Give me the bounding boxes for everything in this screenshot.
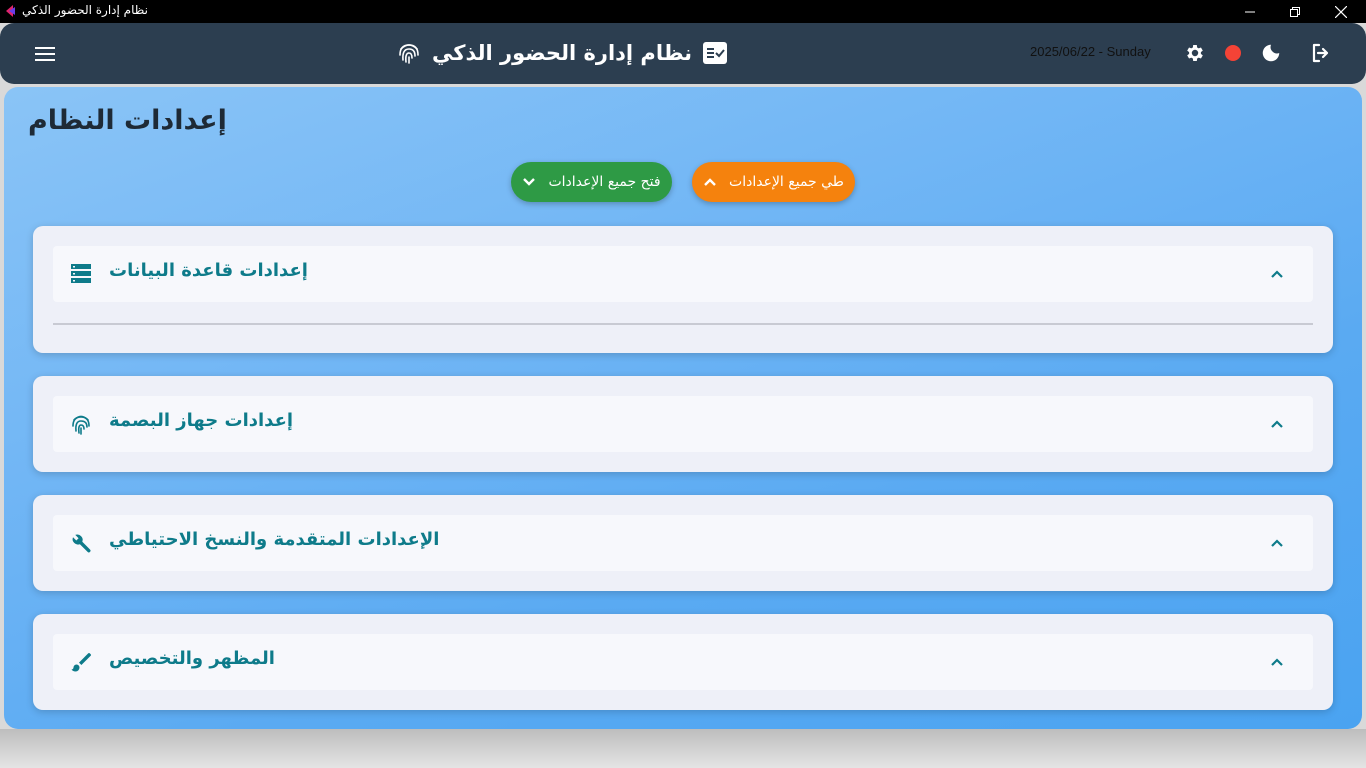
section-advanced-backup: الإعدادات المتقدمة والنسخ الاحتياطي xyxy=(33,495,1333,591)
collapse-all-button[interactable]: طي جميع الإعدادات xyxy=(692,162,855,202)
fingerprint-icon xyxy=(399,44,419,64)
moon-icon xyxy=(1262,44,1280,62)
section-database: إعدادات قاعدة البيانات xyxy=(33,226,1333,353)
restore-button[interactable] xyxy=(1272,0,1318,23)
section-title: الإعدادات المتقدمة والنسخ الاحتياطي xyxy=(109,529,440,550)
page-title: إعدادات النظام xyxy=(28,105,227,136)
section-header-database[interactable]: إعدادات قاعدة البيانات xyxy=(53,246,1313,302)
chevron-up-icon[interactable] xyxy=(1267,414,1287,434)
section-title: إعدادات قاعدة البيانات xyxy=(109,260,308,281)
gear-icon xyxy=(1187,45,1203,61)
connection-status-indicator xyxy=(1220,40,1246,66)
section-title: المظهر والتخصيص xyxy=(109,648,275,669)
window-titlebar: نظام إدارة الحضور الذكي xyxy=(0,0,1366,23)
section-header-fingerprint[interactable]: إعدادات جهاز البصمة xyxy=(53,396,1313,452)
close-icon xyxy=(1335,5,1347,18)
current-date: 2025/06/22 - Sunday xyxy=(1030,44,1151,59)
settings-button[interactable] xyxy=(1182,40,1208,66)
app-title: نظام إدارة الحضور الذكي xyxy=(432,41,693,65)
dark-mode-toggle[interactable] xyxy=(1258,40,1284,66)
collapse-all-label: طي جميع الإعدادات xyxy=(729,174,844,190)
chevron-up-icon[interactable] xyxy=(1267,533,1287,553)
database-icon xyxy=(71,264,91,283)
settings-page: إعدادات النظام طي جميع الإعدادات فتح جمي… xyxy=(4,87,1362,729)
expand-all-button[interactable]: فتح جميع الإعدادات xyxy=(511,162,672,202)
logout-icon xyxy=(1312,43,1329,63)
chevron-up-icon[interactable] xyxy=(1267,652,1287,672)
section-fingerprint-device: إعدادات جهاز البصمة xyxy=(33,376,1333,472)
app-header: نظام إدارة الحضور الذكي 2025/06/22 - Sun… xyxy=(0,23,1366,84)
app-icon xyxy=(6,5,15,17)
chevron-up-icon xyxy=(704,178,716,186)
status-dot-icon xyxy=(1225,45,1241,61)
brush-icon xyxy=(71,653,91,672)
expand-all-label: فتح جميع الإعدادات xyxy=(548,174,661,190)
restore-icon xyxy=(1290,6,1300,17)
fingerprint-icon xyxy=(72,415,90,435)
logout-button[interactable] xyxy=(1308,40,1334,66)
fact-check-icon xyxy=(703,42,728,64)
window-title: نظام إدارة الحضور الذكي xyxy=(22,3,148,17)
close-window-button[interactable] xyxy=(1318,0,1364,23)
chevron-up-icon[interactable] xyxy=(1267,264,1287,284)
section-title: إعدادات جهاز البصمة xyxy=(109,410,294,431)
minimize-icon xyxy=(1245,11,1255,12)
brand: نظام إدارة الحضور الذكي xyxy=(396,35,728,71)
chevron-down-icon xyxy=(523,178,536,186)
section-header-advanced[interactable]: الإعدادات المتقدمة والنسخ الاحتياطي xyxy=(53,515,1313,571)
menu-icon[interactable] xyxy=(32,41,58,67)
section-divider xyxy=(53,323,1313,325)
section-appearance: المظهر والتخصيص xyxy=(33,614,1333,710)
section-header-appearance[interactable]: المظهر والتخصيص xyxy=(53,634,1313,690)
minimize-button[interactable] xyxy=(1227,0,1273,23)
window-bottom-area xyxy=(0,729,1366,768)
wrench-icon xyxy=(72,534,91,553)
